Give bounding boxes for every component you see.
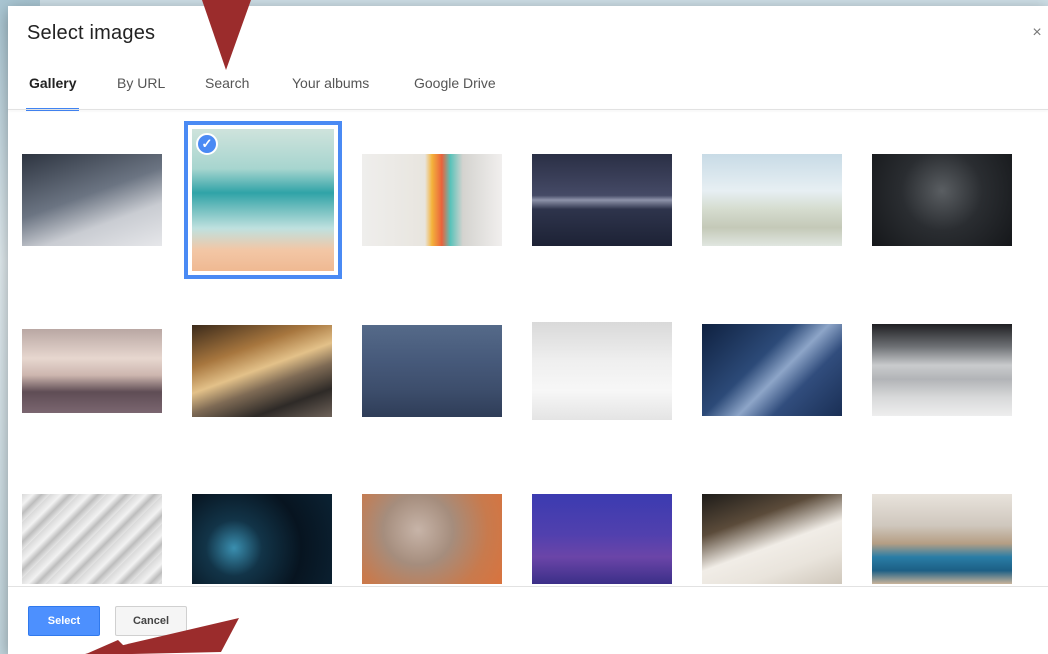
gallery-image[interactable] — [192, 494, 332, 584]
gallery-image[interactable] — [362, 154, 502, 246]
gallery-image[interactable] — [532, 494, 672, 584]
select-images-dialog: Select images × Gallery By URL Search Yo… — [8, 6, 1048, 654]
gallery-image[interactable] — [872, 154, 1012, 246]
gallery-image[interactable] — [702, 494, 842, 584]
gallery-image[interactable] — [702, 154, 842, 246]
gallery-image[interactable] — [532, 322, 672, 420]
gallery-image[interactable] — [872, 324, 1012, 416]
tab-search[interactable]: Search — [205, 62, 249, 110]
tab-gallery[interactable]: Gallery — [25, 62, 81, 111]
tab-by-url[interactable]: By URL — [117, 62, 165, 110]
gallery-image[interactable] — [22, 329, 162, 413]
tab-your-albums[interactable]: Your albums — [292, 62, 369, 110]
gallery-image[interactable] — [872, 494, 1012, 584]
gallery-image[interactable] — [532, 154, 672, 246]
gallery-image[interactable] — [22, 154, 162, 246]
dialog-title: Select images — [27, 22, 156, 44]
image-gallery-grid: ✓ — [8, 110, 1048, 584]
gallery-image[interactable] — [362, 494, 502, 584]
gallery-image[interactable] — [192, 325, 332, 417]
footer-divider — [8, 586, 1048, 587]
tab-google-drive[interactable]: Google Drive — [414, 62, 496, 110]
tab-bar: Gallery By URL Search Your albums Google… — [8, 62, 1048, 111]
cancel-button[interactable]: Cancel — [115, 606, 187, 636]
select-button[interactable]: Select — [28, 606, 100, 636]
gallery-image[interactable] — [702, 324, 842, 416]
checkmark-icon: ✓ — [196, 133, 218, 155]
gallery-image-selected[interactable]: ✓ — [184, 121, 342, 279]
gallery-image[interactable] — [362, 325, 502, 417]
gallery-image[interactable] — [22, 494, 162, 584]
close-icon[interactable]: × — [1026, 22, 1048, 44]
